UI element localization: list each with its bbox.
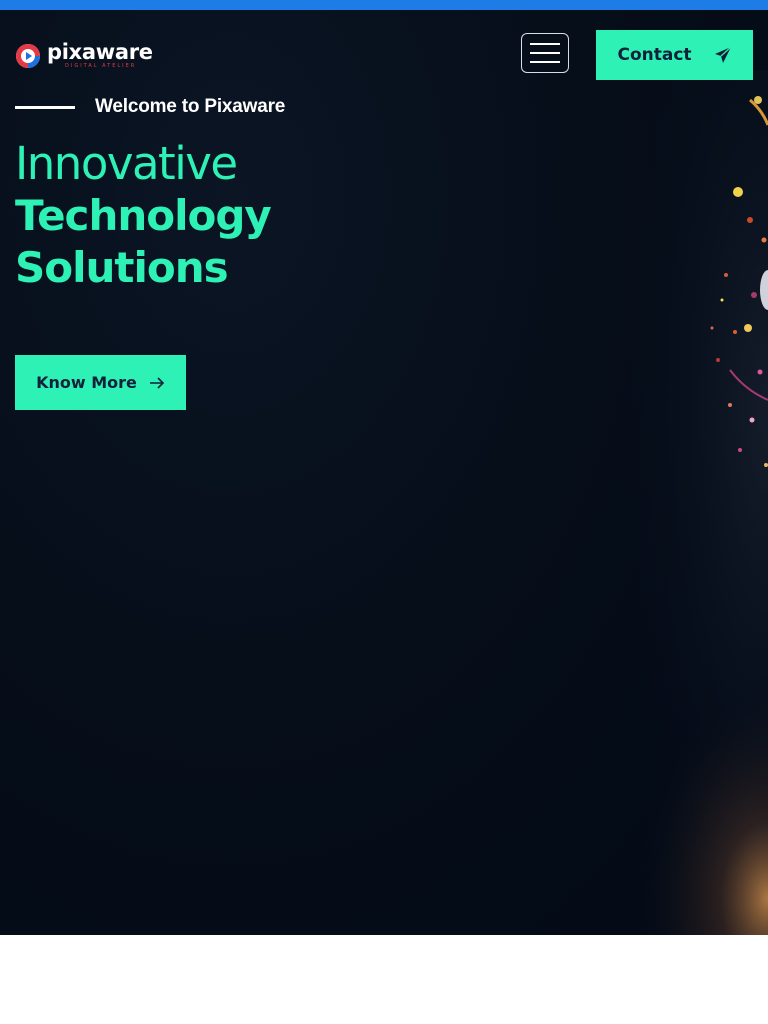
hamburger-menu-button[interactable] — [521, 33, 569, 73]
hamburger-menu-icon-bar — [530, 61, 560, 63]
contact-button-label: Contact — [617, 45, 692, 65]
brand-logo[interactable]: pixaware DIGITAL ATELIER — [15, 42, 153, 69]
top-accent-strip — [0, 0, 768, 10]
site-header: pixaware DIGITAL ATELIER Contact — [0, 10, 768, 100]
headline-line-solutions: Solutions — [15, 243, 229, 292]
hero-headline: Innovative Technology Solutions — [15, 137, 272, 294]
headline-line-technology: Technology — [15, 191, 272, 240]
hamburger-menu-icon-bar — [530, 43, 560, 45]
arrow-right-icon — [149, 376, 165, 389]
contact-button[interactable]: Contact — [596, 30, 753, 80]
hamburger-menu-icon-bar — [530, 52, 560, 54]
headline-line-innovative: Innovative — [15, 137, 238, 190]
pixaware-logo-icon — [16, 43, 40, 68]
know-more-button[interactable]: Know More — [15, 355, 186, 410]
welcome-divider-line — [15, 105, 75, 109]
hero-section: pixaware DIGITAL ATELIER Contact Welcome… — [0, 10, 768, 935]
know-more-label: Know More — [36, 373, 137, 392]
paper-plane-icon — [714, 46, 731, 63]
brand-name: pixaware — [47, 40, 153, 64]
paint-splash-artwork — [540, 70, 768, 935]
welcome-text: Welcome to Pixaware — [95, 96, 286, 117]
brand-tagline: DIGITAL ATELIER — [65, 63, 137, 69]
welcome-row: Welcome to Pixaware — [15, 96, 285, 118]
